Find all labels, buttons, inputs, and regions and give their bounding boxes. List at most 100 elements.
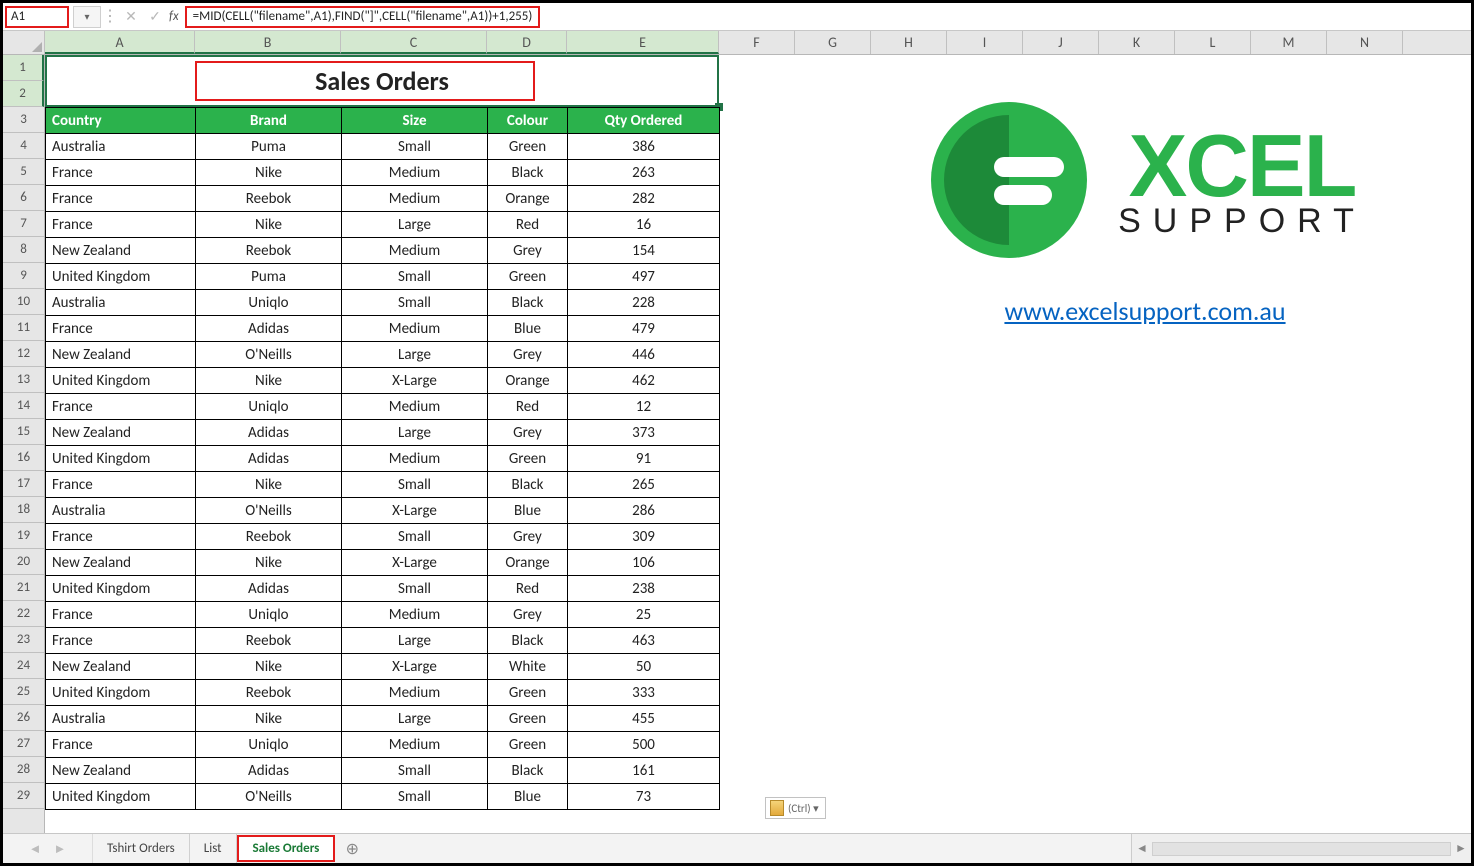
cell[interactable]: Nike	[196, 550, 342, 576]
cell[interactable]: Medium	[342, 238, 488, 264]
row-header-28[interactable]: 28	[3, 757, 44, 783]
cell[interactable]: United Kingdom	[46, 446, 196, 472]
worksheet-grid[interactable]: Sales Orders CountryBrandSizeColourQty O…	[45, 55, 1471, 833]
cell[interactable]: New Zealand	[46, 342, 196, 368]
cell[interactable]: Medium	[342, 160, 488, 186]
column-header-N[interactable]: N	[1327, 31, 1403, 54]
cell[interactable]: Adidas	[196, 576, 342, 602]
cell[interactable]: Small	[342, 758, 488, 784]
cell[interactable]: 154	[568, 238, 720, 264]
cell[interactable]: France	[46, 316, 196, 342]
cell[interactable]: Nike	[196, 368, 342, 394]
row-header-3[interactable]: 3	[3, 107, 44, 133]
cell[interactable]: 106	[568, 550, 720, 576]
cell[interactable]: 282	[568, 186, 720, 212]
cell[interactable]: France	[46, 186, 196, 212]
cell[interactable]: Adidas	[196, 446, 342, 472]
cell[interactable]: 238	[568, 576, 720, 602]
cell[interactable]: 12	[568, 394, 720, 420]
cell[interactable]: Grey	[488, 342, 568, 368]
cell[interactable]: 497	[568, 264, 720, 290]
cell[interactable]: 333	[568, 680, 720, 706]
cell[interactable]: 479	[568, 316, 720, 342]
row-header-19[interactable]: 19	[3, 523, 44, 549]
cell[interactable]: Medium	[342, 316, 488, 342]
row-header-21[interactable]: 21	[3, 575, 44, 601]
cell[interactable]: Uniqlo	[196, 732, 342, 758]
cell[interactable]: Red	[488, 212, 568, 238]
cell[interactable]: Grey	[488, 524, 568, 550]
cell[interactable]: Reebok	[196, 238, 342, 264]
cell[interactable]: Black	[488, 758, 568, 784]
cell[interactable]: United Kingdom	[46, 264, 196, 290]
cell[interactable]: Blue	[488, 784, 568, 810]
cell[interactable]: Small	[342, 134, 488, 160]
cell[interactable]: Small	[342, 472, 488, 498]
name-box-dropdown[interactable]: ▾	[73, 6, 101, 28]
row-header-18[interactable]: 18	[3, 497, 44, 523]
column-header-F[interactable]: F	[719, 31, 795, 54]
cell[interactable]: Small	[342, 290, 488, 316]
sheet-tab-tshirt-orders[interactable]: Tshirt Orders	[93, 834, 190, 863]
cell[interactable]: X-Large	[342, 654, 488, 680]
cell[interactable]: New Zealand	[46, 238, 196, 264]
cell[interactable]: O'Neills	[196, 498, 342, 524]
cell[interactable]: United Kingdom	[46, 784, 196, 810]
cell[interactable]: 500	[568, 732, 720, 758]
tab-nav-controls[interactable]: ◄ ►	[3, 834, 93, 863]
cell[interactable]: Black	[488, 160, 568, 186]
row-header-15[interactable]: 15	[3, 419, 44, 445]
row-header-26[interactable]: 26	[3, 705, 44, 731]
cell[interactable]: Green	[488, 706, 568, 732]
cell[interactable]: Orange	[488, 550, 568, 576]
cell[interactable]: Medium	[342, 732, 488, 758]
cell[interactable]: Uniqlo	[196, 602, 342, 628]
row-header-9[interactable]: 9	[3, 263, 44, 289]
cell[interactable]: Black	[488, 290, 568, 316]
cell[interactable]: Blue	[488, 316, 568, 342]
cell[interactable]: X-Large	[342, 498, 488, 524]
cell[interactable]: Reebok	[196, 524, 342, 550]
sheet-tab-sales-orders[interactable]: Sales Orders	[237, 835, 336, 862]
cell[interactable]: France	[46, 472, 196, 498]
cell[interactable]: O'Neills	[196, 784, 342, 810]
cell[interactable]: Medium	[342, 186, 488, 212]
cell[interactable]: O'Neills	[196, 342, 342, 368]
cell[interactable]: United Kingdom	[46, 576, 196, 602]
formula-input[interactable]: =MID(CELL("filename",A1),FIND("]",CELL("…	[185, 6, 541, 28]
cell[interactable]: Green	[488, 680, 568, 706]
paste-options-button[interactable]: (Ctrl) ▾	[765, 797, 826, 819]
cell[interactable]: Large	[342, 628, 488, 654]
cell[interactable]: 161	[568, 758, 720, 784]
row-header-5[interactable]: 5	[3, 159, 44, 185]
cell[interactable]: Large	[342, 420, 488, 446]
row-header-22[interactable]: 22	[3, 601, 44, 627]
cell[interactable]: Orange	[488, 186, 568, 212]
cell[interactable]: Green	[488, 264, 568, 290]
column-header-E[interactable]: E	[567, 31, 719, 54]
cell[interactable]: Adidas	[196, 316, 342, 342]
cell[interactable]: 309	[568, 524, 720, 550]
select-all-corner[interactable]	[3, 31, 45, 54]
cell[interactable]: X-Large	[342, 368, 488, 394]
cell[interactable]: Australia	[46, 134, 196, 160]
row-header-12[interactable]: 12	[3, 341, 44, 367]
cell[interactable]: 91	[568, 446, 720, 472]
cell[interactable]: France	[46, 394, 196, 420]
cell[interactable]: 16	[568, 212, 720, 238]
cell[interactable]: New Zealand	[46, 420, 196, 446]
cell[interactable]: United Kingdom	[46, 368, 196, 394]
column-header-M[interactable]: M	[1251, 31, 1327, 54]
cell[interactable]: Nike	[196, 654, 342, 680]
cell[interactable]: France	[46, 160, 196, 186]
cell[interactable]: Black	[488, 628, 568, 654]
cell[interactable]: 463	[568, 628, 720, 654]
row-header-16[interactable]: 16	[3, 445, 44, 471]
cancel-formula-button[interactable]: ✕	[119, 6, 143, 28]
column-header-L[interactable]: L	[1175, 31, 1251, 54]
cell[interactable]: Adidas	[196, 420, 342, 446]
column-header-B[interactable]: B	[195, 31, 341, 54]
cell[interactable]: 228	[568, 290, 720, 316]
fx-icon[interactable]: fx	[167, 9, 185, 24]
cell[interactable]: 263	[568, 160, 720, 186]
